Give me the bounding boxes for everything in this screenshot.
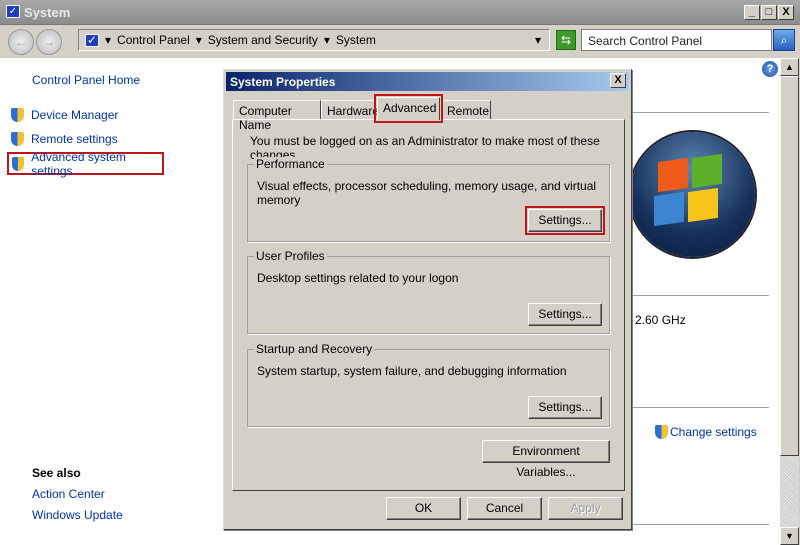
see-also-heading: See also xyxy=(32,466,81,480)
system-icon: ✓ xyxy=(6,5,20,18)
scroll-up-button[interactable]: ▲ xyxy=(780,58,799,76)
forward-button[interactable]: → xyxy=(36,29,62,55)
sidebar-item-label: Advanced system settings xyxy=(31,149,126,178)
maximize-button[interactable]: □ xyxy=(761,5,777,20)
environment-variables-button[interactable]: Environment Variables... xyxy=(482,440,610,479)
history-dropdown-icon[interactable]: ▾ xyxy=(535,33,541,47)
search-input[interactable]: Search Control Panel xyxy=(581,29,772,51)
performance-settings-button[interactable]: Settings... xyxy=(525,206,605,235)
chevron-down-icon[interactable]: ▾ xyxy=(324,33,330,47)
window-title: System xyxy=(24,5,71,20)
startup-recovery-settings-button[interactable]: Settings... xyxy=(528,396,602,419)
change-settings-link[interactable]: Change settings xyxy=(655,425,757,439)
group-title: User Profiles xyxy=(254,249,327,263)
control-panel-home-link[interactable]: Control Panel Home xyxy=(32,73,140,87)
group-description: System startup, system failure, and debu… xyxy=(257,364,567,378)
breadcrumb-system-security[interactable]: System and Security xyxy=(208,33,318,47)
group-description: Visual effects, processor scheduling, me… xyxy=(257,179,597,207)
scroll-down-button[interactable]: ▼ xyxy=(780,527,799,545)
title-bar: ✓ System _ □ X xyxy=(0,0,800,25)
action-center-link[interactable]: Action Center xyxy=(32,487,105,501)
windows-logo xyxy=(630,132,755,257)
computer-icon: ✓ xyxy=(85,32,99,47)
apply-button[interactable]: Apply xyxy=(548,497,623,520)
cancel-button[interactable]: Cancel xyxy=(467,497,542,520)
sidebar-item-remote-settings[interactable]: Remote settings xyxy=(11,132,118,146)
group-title: Performance xyxy=(254,157,327,171)
tab-remote[interactable]: Remote xyxy=(441,100,491,120)
startup-recovery-group: Startup and Recovery System startup, sys… xyxy=(247,342,610,427)
shield-icon xyxy=(12,156,25,171)
help-icon[interactable]: ? xyxy=(762,61,778,77)
breadcrumb-control-panel[interactable]: Control Panel xyxy=(117,33,190,47)
user-profiles-settings-button[interactable]: Settings... xyxy=(528,303,602,326)
advanced-tab-panel: You must be logged on as an Administrato… xyxy=(232,119,625,491)
divider xyxy=(632,524,769,525)
dialog-close-button[interactable]: X xyxy=(610,73,626,88)
windows-update-link[interactable]: Windows Update xyxy=(32,508,123,522)
refresh-button[interactable]: ⇆ xyxy=(556,30,576,50)
processor-speed: 2.60 GHz xyxy=(635,313,686,327)
dialog-title: System Properties xyxy=(226,72,629,91)
scroll-thumb[interactable] xyxy=(780,76,799,456)
divider xyxy=(632,295,769,296)
performance-group: Performance Visual effects, processor sc… xyxy=(247,157,610,242)
breadcrumb-system[interactable]: System xyxy=(336,33,376,47)
tab-computer-name[interactable]: Computer Name xyxy=(233,100,321,132)
group-description: Desktop settings related to your logon xyxy=(257,271,459,285)
search-icon[interactable]: ⌕ xyxy=(773,29,795,51)
shield-icon xyxy=(655,425,668,439)
sidebar-item-label: Remote settings xyxy=(31,132,118,146)
divider xyxy=(632,407,769,408)
sidebar-item-label: Device Manager xyxy=(31,108,119,122)
shield-icon xyxy=(11,108,24,122)
address-toolbar: ← → ✓ ▾ Control Panel ▾ System and Secur… xyxy=(0,26,800,56)
sidebar-item-advanced-system-settings[interactable]: Advanced system settings xyxy=(7,149,164,178)
minimize-button[interactable]: _ xyxy=(744,5,760,20)
ok-button[interactable]: OK xyxy=(386,497,461,520)
chevron-down-icon[interactable]: ▾ xyxy=(105,33,111,47)
system-properties-dialog: System Properties X Computer Name Hardwa… xyxy=(223,69,632,530)
breadcrumb[interactable]: ✓ ▾ Control Panel ▾ System and Security … xyxy=(78,29,550,51)
divider xyxy=(632,112,769,113)
group-title: Startup and Recovery xyxy=(254,342,375,356)
tab-hardware[interactable]: Hardware xyxy=(321,100,379,120)
back-button[interactable]: ← xyxy=(8,29,34,55)
shield-icon xyxy=(11,132,24,146)
user-profiles-group: User Profiles Desktop settings related t… xyxy=(247,249,610,334)
sidebar-item-device-manager[interactable]: Device Manager xyxy=(11,108,118,122)
vertical-scrollbar[interactable]: ▲ ▼ xyxy=(780,58,799,545)
chevron-down-icon[interactable]: ▾ xyxy=(196,33,202,47)
close-button[interactable]: X xyxy=(778,5,794,20)
tab-advanced[interactable]: Advanced xyxy=(374,94,443,123)
